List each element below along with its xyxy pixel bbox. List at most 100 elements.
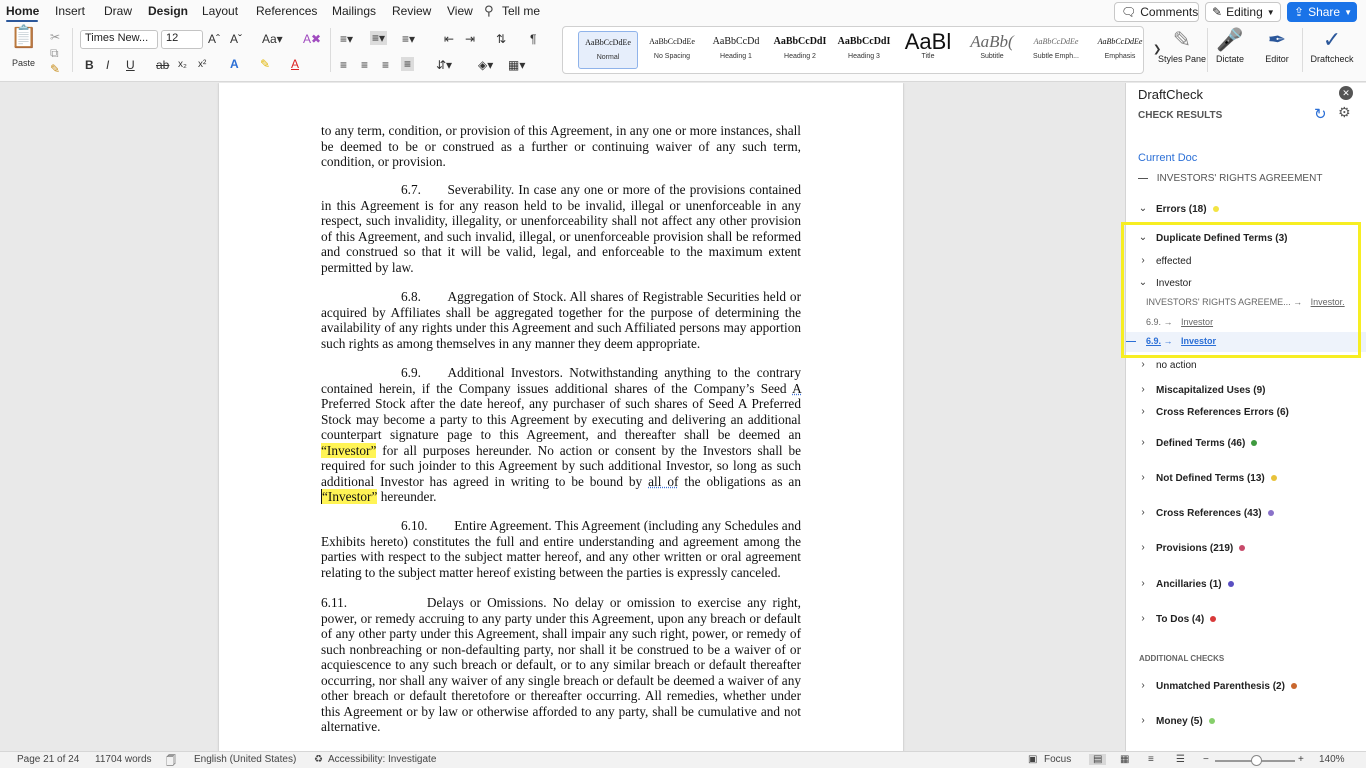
italic-icon[interactable]: I — [106, 58, 109, 72]
style-emphasis[interactable]: AaBbCcDdEe Emphasis — [1090, 31, 1150, 69]
zoom-in-icon[interactable]: + — [1298, 754, 1304, 765]
font-size-select[interactable]: 12 — [161, 30, 203, 49]
dictate-button[interactable]: 🎤 Dictate — [1205, 26, 1255, 64]
multilevel-list-icon[interactable]: ≡▾ — [402, 32, 415, 46]
zoom-level[interactable]: 140% — [1319, 754, 1345, 765]
editing-mode-button[interactable]: ✎ Editing ▼ — [1205, 2, 1281, 22]
refresh-icon[interactable]: ↻ — [1314, 105, 1327, 123]
flagged-word[interactable]: all of — [648, 474, 678, 489]
text-effects-icon[interactable]: A — [230, 57, 239, 71]
highlighted-defined-term-selected[interactable]: “Investor” — [321, 489, 378, 504]
style-subtitle[interactable]: AaBb( Subtitle — [962, 31, 1022, 69]
draft-view-icon[interactable]: ☰ — [1176, 754, 1185, 765]
font-name-select[interactable]: Times New... — [80, 30, 158, 49]
style-heading-1[interactable]: AaBbCcDd Heading 1 — [706, 31, 766, 69]
strikethrough-icon[interactable]: ab — [156, 58, 169, 72]
paragraph[interactable]: to any term, condition, or provision of … — [321, 123, 801, 170]
term-row-effected[interactable]: › effected — [1126, 252, 1366, 272]
style-title[interactable]: AaBl Title — [898, 31, 958, 69]
term-row-investor[interactable]: ⌄ Investor — [1126, 274, 1366, 294]
sort-icon[interactable]: ⇅ — [496, 32, 506, 46]
term-row-no-action[interactable]: › no action — [1126, 356, 1366, 376]
tab-references[interactable]: References — [256, 4, 317, 18]
tab-mailings[interactable]: Mailings — [332, 4, 376, 18]
style-subtle-emphasis[interactable]: AaBbCcDdEe Subtle Emph... — [1026, 31, 1086, 69]
zoom-slider-thumb[interactable] — [1251, 755, 1262, 766]
styles-pane-button[interactable]: ✎ Styles Pane — [1157, 26, 1207, 64]
style-normal[interactable]: AaBbCcDdEe Normal — [578, 31, 638, 69]
doc-name-row[interactable]: — INVESTORS' RIGHTS AGREEMENT — [1138, 173, 1322, 184]
change-case-icon[interactable]: Aa▾ — [262, 32, 283, 46]
align-center-icon[interactable]: ≡ — [361, 58, 368, 72]
occurrence-row-selected[interactable]: — 6.9. → Investor — [1126, 332, 1366, 352]
tab-draw[interactable]: Draw — [104, 4, 132, 18]
accessibility-status[interactable]: Accessibility: Investigate — [328, 754, 436, 765]
numbering-icon[interactable]: ≡▾ — [370, 31, 388, 45]
cross-references-errors-row[interactable]: › Cross References Errors (6) — [1126, 403, 1366, 423]
tab-layout[interactable]: Layout — [202, 4, 238, 18]
borders-icon[interactable]: ▦▾ — [508, 58, 525, 72]
highlighted-defined-term[interactable]: “Investor” — [321, 442, 377, 458]
web-layout-icon[interactable]: ▦ — [1120, 754, 1129, 765]
proofing-icon[interactable]: 🗍 — [166, 754, 176, 768]
language[interactable]: English (United States) — [194, 754, 296, 765]
ancillaries-row[interactable]: › Ancillaries (1) — [1126, 575, 1366, 595]
align-right-icon[interactable]: ≡ — [382, 58, 389, 72]
justify-icon[interactable]: ≡ — [401, 57, 415, 71]
increase-indent-icon[interactable]: ⇥ — [465, 32, 475, 46]
align-left-icon[interactable]: ≡ — [340, 58, 347, 72]
document-page[interactable]: to any term, condition, or provision of … — [219, 83, 903, 751]
cut-icon[interactable]: ✂ — [50, 30, 60, 44]
paragraph-6-9[interactable]: 6.9. Additional Investors. Notwithstandi… — [321, 365, 801, 505]
zoom-out-icon[interactable]: − — [1203, 754, 1209, 765]
close-icon[interactable]: ✕ — [1339, 86, 1353, 100]
comments-button[interactable]: 🗨 Comments — [1114, 2, 1199, 22]
underline-icon[interactable]: U — [126, 58, 135, 72]
occurrence-term-link[interactable]: Investor — [1181, 336, 1216, 346]
occurrence-term-link[interactable]: Investor. — [1311, 297, 1345, 307]
to-dos-row[interactable]: › To Dos (4) — [1126, 610, 1366, 630]
format-painter-icon[interactable]: ✎ — [50, 62, 60, 76]
bold-icon[interactable]: B — [85, 58, 94, 72]
share-button[interactable]: ⇪ Share ▼ — [1287, 2, 1357, 22]
decrease-indent-icon[interactable]: ⇤ — [444, 32, 454, 46]
style-no-spacing[interactable]: AaBbCcDdEe No Spacing — [642, 31, 702, 69]
occurrence-row[interactable]: 6.9. → Investor — [1146, 317, 1213, 327]
style-heading-2[interactable]: AaBbCcDdI Heading 2 — [770, 31, 830, 69]
tab-design[interactable]: Design — [148, 4, 188, 18]
copy-icon[interactable]: ⧉ — [50, 46, 59, 60]
shading-icon[interactable]: ◈▾ — [478, 58, 493, 72]
font-color-icon[interactable]: A — [291, 57, 299, 71]
errors-row[interactable]: ⌄ Errors (18) — [1126, 200, 1366, 220]
money-row[interactable]: › Money (5) — [1126, 712, 1366, 732]
subscript-icon[interactable]: x₂ — [178, 58, 187, 72]
tab-review[interactable]: Review — [392, 4, 431, 18]
outline-view-icon[interactable]: ≡ — [1148, 754, 1154, 765]
style-heading-3[interactable]: AaBbCcDdI Heading 3 — [834, 31, 894, 69]
cross-references-row[interactable]: › Cross References (43) — [1126, 504, 1366, 524]
tab-view[interactable]: View — [447, 4, 473, 18]
bullets-icon[interactable]: ≡▾ — [340, 32, 353, 46]
paragraph-6-10[interactable]: 6.10. Entire Agreement. This Agreement (… — [321, 518, 801, 580]
paste-icon[interactable]: 📋 — [10, 26, 37, 48]
tell-me-search[interactable]: Tell me — [502, 4, 540, 18]
tab-insert[interactable]: Insert — [55, 4, 85, 18]
paste-label[interactable]: Paste — [12, 58, 35, 68]
draftcheck-button[interactable]: ✓ Draftcheck — [1307, 26, 1357, 64]
highlight-color-icon[interactable]: ✎ — [260, 57, 270, 71]
defined-terms-row[interactable]: › Defined Terms (46) — [1126, 434, 1366, 454]
miscapitalized-uses-row[interactable]: › Miscapitalized Uses (9) — [1126, 381, 1366, 401]
show-marks-icon[interactable]: ¶ — [530, 32, 536, 46]
word-count[interactable]: 11704 words — [95, 754, 152, 765]
unmatched-parenthesis-row[interactable]: › Unmatched Parenthesis (2) — [1126, 677, 1366, 697]
occurrence-row[interactable]: INVESTORS' RIGHTS AGREEME... → Investor. — [1146, 297, 1345, 307]
duplicate-defined-terms-row[interactable]: ⌄ Duplicate Defined Terms (3) — [1126, 229, 1366, 249]
not-defined-terms-row[interactable]: › Not Defined Terms (13) — [1126, 469, 1366, 489]
paragraph-6-7[interactable]: 6.7. Severability. In case any one or mo… — [321, 182, 801, 275]
focus-button[interactable]: Focus — [1044, 754, 1071, 765]
gear-icon[interactable]: ⚙ — [1338, 104, 1351, 121]
styles-gallery[interactable]: AaBbCcDdEe Normal AaBbCcDdEe No Spacing … — [562, 26, 1161, 74]
line-spacing-icon[interactable]: ⇵▾ — [436, 58, 452, 72]
print-layout-icon[interactable]: ▤ — [1089, 754, 1107, 765]
shrink-font-icon[interactable]: Aˇ — [230, 32, 242, 46]
